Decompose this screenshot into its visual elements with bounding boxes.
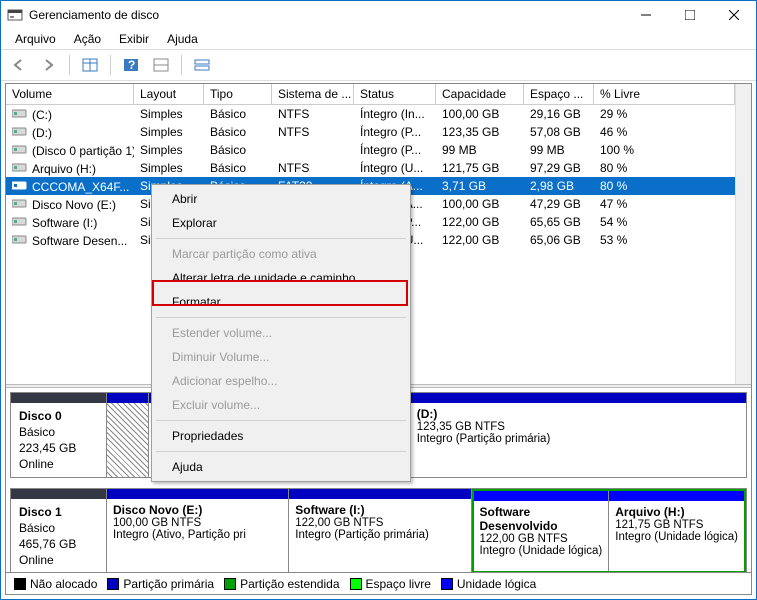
disk-size: 223,45 GB [19,441,100,455]
menu-help[interactable]: Ajuda [159,30,206,48]
menu-view[interactable]: Exibir [111,30,157,48]
menu-file[interactable]: Arquivo [7,30,64,48]
ctx-delete: Excluir volume... [154,393,408,417]
disk-name: Disco 0 [19,409,100,423]
volume-icon [12,215,28,227]
partition-e[interactable]: Disco Novo (E:) 100,00 GB NTFS Íntegro (… [107,489,289,572]
menu-action[interactable]: Ação [66,30,109,48]
disk-state: Online [19,457,100,471]
legend: Não alocado Partição primária Partição e… [6,572,751,594]
volume-row[interactable]: (C:)SimplesBásicoNTFSÍntegro (In...100,0… [6,105,735,123]
svg-text:?: ? [128,58,135,72]
ctx-format[interactable]: Formatar... [154,290,408,314]
col-pctfree[interactable]: % Livre [594,84,735,105]
col-free[interactable]: Espaço ... [524,84,594,105]
volume-icon [12,197,28,209]
ctx-extend: Estender volume... [154,321,408,345]
volume-icon [12,161,28,173]
volume-icon [12,233,28,245]
disk-name: Disco 1 [19,505,100,519]
disk-0-info[interactable]: Disco 0 Básico 223,45 GB Online [11,393,107,477]
view-graphical-button[interactable] [190,53,214,77]
back-button[interactable] [7,53,31,77]
titlebar: Gerenciamento de disco [1,1,756,29]
volume-icon [12,125,28,137]
ctx-mirror: Adicionar espelho... [154,369,408,393]
close-button[interactable] [712,1,756,29]
extended-partition: Software Desenvolvido 122,00 GB NTFS Ínt… [472,489,747,572]
ctx-help[interactable]: Ajuda [154,455,408,479]
menubar: Arquivo Ação Exibir Ajuda [1,29,756,49]
partition-d[interactable]: (D:) 123,35 GB NTFS Íntegro (Partição pr… [411,393,746,477]
volume-row[interactable]: (Disco 0 partição 1)SimplesBásicoÍntegro… [6,141,735,159]
disk-1-info[interactable]: Disco 1 Básico 465,76 GB Online [11,489,107,572]
disk-mgmt-icon [7,7,23,23]
legend-primary: Partição primária [107,577,214,591]
disk-type: Básico [19,425,100,439]
volume-icon [12,179,28,191]
disk-state: Online [19,553,100,567]
legend-logical: Unidade lógica [441,577,536,591]
forward-button[interactable] [37,53,61,77]
ctx-mark-active: Marcar partição como ativa [154,242,408,266]
legend-extended: Partição estendida [224,577,339,591]
ctx-properties[interactable]: Propriedades [154,424,408,448]
list-header: Volume Layout Tipo Sistema de ... Status… [6,84,735,105]
disk-size: 465,76 GB [19,537,100,551]
toolbar: ? [1,49,756,81]
col-capacity[interactable]: Capacidade [436,84,524,105]
disk-type: Básico [19,521,100,535]
partition-softdev[interactable]: Software Desenvolvido 122,00 GB NTFS Ínt… [474,491,610,571]
volume-row[interactable]: (D:)SimplesBásicoNTFSÍntegro (P...123,35… [6,123,735,141]
list-scrollbar[interactable] [735,84,751,384]
ctx-explore[interactable]: Explorar [154,211,408,235]
maximize-button[interactable] [668,1,712,29]
help-button[interactable]: ? [119,53,143,77]
minimize-button[interactable] [624,1,668,29]
volume-icon [12,107,28,119]
col-filesystem[interactable]: Sistema de ... [272,84,354,105]
partition-i[interactable]: Software (I:) 122,00 GB NTFS Íntegro (Pa… [289,489,471,572]
context-menu: Abrir Explorar Marcar partição como ativ… [151,184,411,482]
ctx-change-letter[interactable]: Alterar letra de unidade e caminho... [154,266,408,290]
volume-icon [12,143,28,155]
partition-reserved[interactable] [107,393,149,477]
col-type[interactable]: Tipo [204,84,272,105]
disk-1-row: Disco 1 Básico 465,76 GB Online Disco No… [10,488,747,572]
window-title: Gerenciamento de disco [29,8,624,22]
settings-button[interactable] [149,53,173,77]
view-list-button[interactable] [78,53,102,77]
disk-management-window: Gerenciamento de disco Arquivo Ação Exib… [0,0,757,600]
col-volume[interactable]: Volume [6,84,134,105]
ctx-open[interactable]: Abrir [154,187,408,211]
volume-row[interactable]: Arquivo (H:)SimplesBásicoNTFSÍntegro (U.… [6,159,735,177]
ctx-shrink: Diminuir Volume... [154,345,408,369]
partition-h[interactable]: Arquivo (H:) 121,75 GB NTFS Íntegro (Uni… [609,491,744,571]
col-layout[interactable]: Layout [134,84,204,105]
col-status[interactable]: Status [354,84,436,105]
legend-free: Espaço livre [350,577,431,591]
legend-unallocated: Não alocado [14,577,97,591]
